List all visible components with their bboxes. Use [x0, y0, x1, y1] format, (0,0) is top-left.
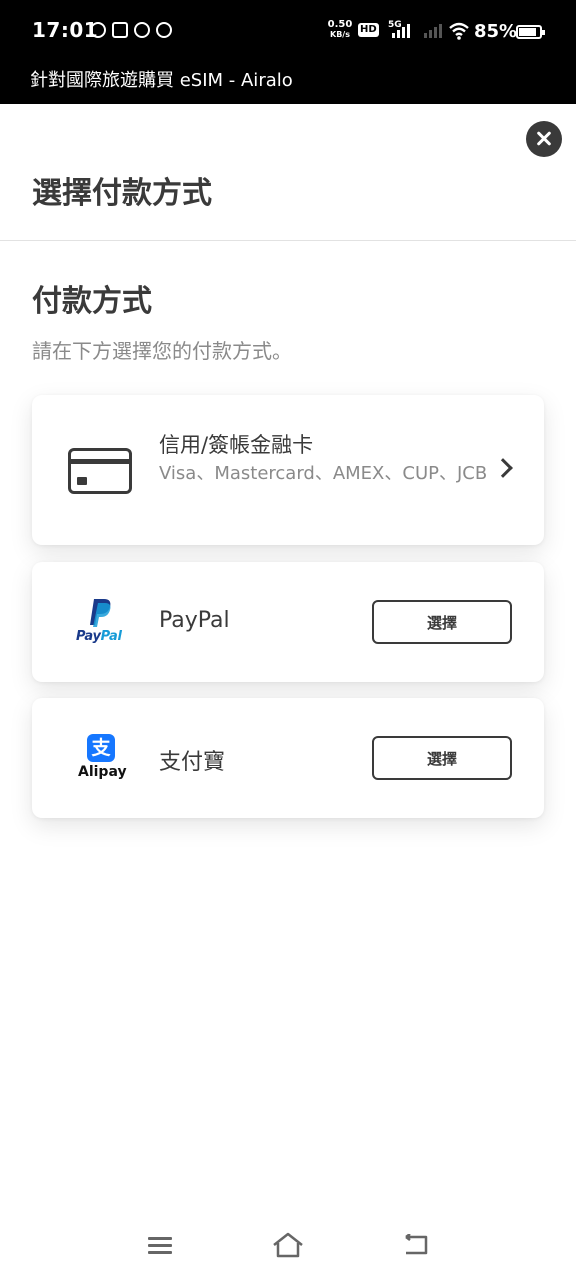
section-title: 付款方式 — [32, 284, 152, 319]
card-brands-label: Visa、Mastercard、AMEX、CUP、JCB — [159, 463, 488, 484]
payment-option-card[interactable]: 信用/簽帳金融卡 Visa、Mastercard、AMEX、CUP、JCB — [32, 395, 544, 545]
status-time: 17:01 — [32, 18, 99, 42]
header-divider — [0, 240, 576, 241]
alipay-select-button[interactable]: 選擇 — [372, 736, 512, 780]
alipay-label: 支付寶 — [159, 750, 226, 775]
payment-option-paypal[interactable]: PayPal PayPal 選擇 — [32, 562, 544, 682]
messenger-app-icon — [156, 22, 172, 38]
home-icon[interactable] — [272, 1232, 304, 1258]
wifi-icon — [449, 22, 469, 40]
alipay-logo-icon: 支 Alipay — [78, 734, 127, 784]
battery-percent: 85% — [474, 21, 518, 42]
close-button[interactable] — [526, 121, 562, 157]
alipay-logo-text: Alipay — [78, 764, 127, 780]
battery-fill — [519, 28, 536, 36]
paypal-label: PayPal — [159, 608, 230, 633]
hd-badge: HD — [358, 23, 379, 37]
signal-secondary-icon — [424, 24, 442, 38]
back-icon[interactable] — [402, 1234, 430, 1256]
payment-option-alipay[interactable]: 支 Alipay 支付寶 選擇 — [32, 698, 544, 818]
top-bar: 17:01 0.50 KB/s HD 5G 85% 針對國際旅遊購買 eSIM … — [0, 0, 576, 104]
line-app-icon — [90, 22, 106, 38]
credit-card-icon — [68, 448, 132, 494]
signal-icon — [392, 24, 410, 38]
net-speed-unit: KB/s — [330, 30, 350, 39]
network-speed: 0.50 KB/s — [326, 20, 354, 40]
section-subtitle: 請在下方選擇您的付款方式。 — [32, 339, 292, 363]
notification-icons — [90, 22, 172, 38]
sheet-title: 選擇付款方式 — [32, 176, 212, 211]
chevron-right-icon — [493, 458, 513, 478]
paypal-select-button[interactable]: 選擇 — [372, 600, 512, 644]
card-option-label: 信用/簽帳金融卡 — [159, 433, 314, 457]
recent-apps-icon[interactable] — [148, 1237, 172, 1255]
battery-icon — [516, 25, 545, 39]
facebook-app-icon — [134, 22, 150, 38]
paypal-logo-icon: PayPal — [72, 598, 128, 648]
alipay-logo-glyph: 支 — [87, 734, 115, 762]
net-speed-value: 0.50 — [327, 19, 353, 30]
mail-app-icon — [112, 22, 128, 38]
system-nav-bar — [0, 1210, 576, 1280]
paypal-p-mark — [90, 599, 111, 627]
browser-page-title: 針對國際旅遊購買 eSIM - Airalo — [30, 70, 293, 91]
paypal-logo-text: PayPal — [76, 629, 122, 644]
status-bar: 17:01 0.50 KB/s HD 5G 85% — [0, 0, 576, 62]
